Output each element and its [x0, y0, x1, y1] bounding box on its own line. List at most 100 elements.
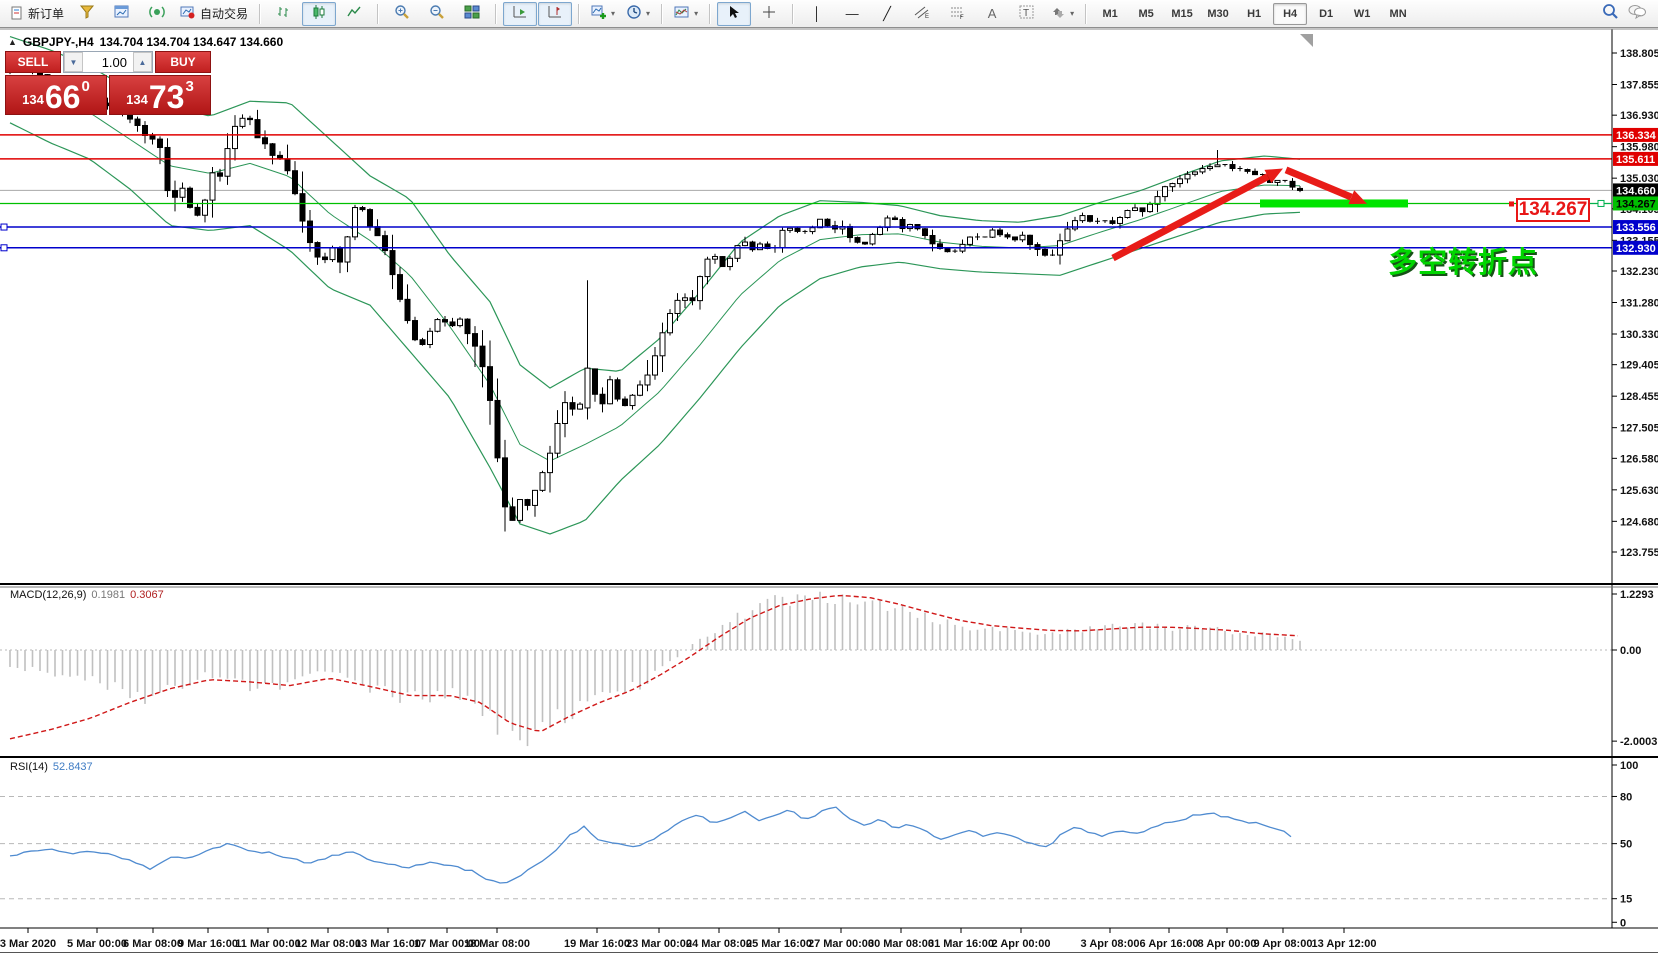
macd-value-main: 0.1981	[91, 589, 125, 601]
line-handle[interactable]	[1, 224, 7, 230]
sell-price-display[interactable]: 134 66 0	[5, 75, 107, 115]
price-marker-label: 134.660	[1616, 185, 1656, 197]
signal-icon	[149, 4, 165, 23]
cursor-tool-button[interactable]	[717, 2, 751, 26]
support-zone-bar[interactable]	[1260, 199, 1408, 207]
market-depth-button[interactable]	[70, 2, 104, 26]
toolbar-separator	[792, 4, 794, 24]
line-chart-mode-button[interactable]	[337, 2, 371, 26]
sell-price-sup: 0	[81, 78, 89, 95]
timeframe-h1-button[interactable]: H1	[1237, 3, 1271, 25]
autotrade-icon	[180, 4, 196, 23]
time-tick-label: 9 Mar 16:00	[178, 938, 238, 950]
fibonacci-icon: F	[949, 5, 965, 22]
auto-trading-label: 自动交易	[200, 5, 248, 22]
new-order-button[interactable]: 新订单	[5, 2, 69, 26]
mt4-window: { "toolbar":{ "new_order":"新订单", "auto_t…	[0, 0, 1658, 953]
horizontal-line-tool-button[interactable]: —	[835, 2, 869, 26]
timeframe-m30-button[interactable]: M30	[1201, 3, 1235, 25]
price-marker-label: 136.334	[1616, 130, 1657, 142]
collapse-panel-arrow[interactable]: ▲	[8, 37, 17, 47]
volume-input[interactable]	[83, 52, 133, 72]
crosshair-tool-button[interactable]	[752, 2, 786, 26]
price-marker-label: 135.611	[1616, 154, 1655, 166]
panel-splitter[interactable]	[0, 756, 1658, 758]
auto-trading-button[interactable]: 自动交易	[175, 2, 253, 26]
add-indicator-button[interactable]: ▾	[586, 2, 620, 26]
zoom-in-button[interactable]	[385, 2, 419, 26]
callout-handle[interactable]	[1598, 200, 1604, 206]
price-tick-label: 124.680	[1620, 516, 1658, 528]
toolbar-separator	[661, 4, 663, 24]
zoom-in-icon	[394, 4, 410, 23]
buy-price-display[interactable]: 134 73 3	[109, 75, 211, 115]
rsi-tick-label: 0	[1620, 917, 1626, 929]
chart-canvas[interactable]: 138.805137.855136.930135.980135.030134.1…	[0, 0, 1658, 952]
price-tick-label: 137.855	[1620, 79, 1658, 91]
chinese-annotation-text[interactable]: 多空转折点	[1388, 239, 1538, 281]
price-marker-label: 132.930	[1616, 243, 1656, 255]
price-tick-label: 138.805	[1620, 48, 1658, 60]
price-marker-label: 134.267	[1616, 198, 1656, 210]
toolbar-right-group	[1601, 2, 1653, 25]
time-tick-label: 6 Mar 08:00	[123, 938, 183, 950]
timeframe-h4-button[interactable]: H4	[1273, 3, 1307, 25]
toolbar-separator	[377, 4, 379, 24]
text-label-tool-button[interactable]: T	[1010, 2, 1044, 26]
new-chart-button[interactable]	[105, 2, 139, 26]
timeframe-mn-button[interactable]: MN	[1381, 3, 1415, 25]
svg-text:E: E	[925, 14, 929, 19]
timeframe-m15-button[interactable]: M15	[1165, 3, 1199, 25]
trendline-tool-button[interactable]: ╱	[870, 2, 904, 26]
rsi-tick-label: 80	[1620, 791, 1632, 803]
sell-price-int: 134	[22, 92, 44, 107]
timeframe-m5-button[interactable]: M5	[1129, 3, 1163, 25]
buy-button[interactable]: BUY	[155, 51, 211, 73]
label-icon: T	[1019, 5, 1035, 22]
callout-handle[interactable]	[1509, 201, 1514, 206]
vertical-line-tool-button[interactable]: │	[800, 2, 834, 26]
price-callout-label[interactable]: 134.267	[1516, 198, 1590, 222]
fibonacci-tool-button[interactable]: F	[940, 2, 974, 26]
macd-tick-label: -2.0003	[1620, 736, 1657, 748]
price-tick-label: 135.980	[1620, 142, 1658, 154]
tile-windows-button[interactable]	[455, 2, 489, 26]
timeframe-m1-button[interactable]: M1	[1093, 3, 1127, 25]
timeframe-w1-button[interactable]: W1	[1345, 3, 1379, 25]
time-tick-label: 25 Mar 16:00	[746, 938, 812, 950]
signals-button[interactable]	[140, 2, 174, 26]
zoom-out-button[interactable]	[420, 2, 454, 26]
volume-spinner: ▼ ▲	[63, 51, 153, 73]
periods-button[interactable]: ▾	[621, 2, 655, 26]
periods-icon	[626, 4, 642, 23]
volume-increase-button[interactable]: ▲	[133, 52, 152, 72]
search-icon[interactable]	[1601, 2, 1619, 25]
dropdown-caret-icon: ▾	[646, 10, 650, 18]
auto-scroll-button[interactable]	[503, 2, 537, 26]
arrows-tool-button[interactable]: ▾	[1045, 2, 1079, 26]
time-tick-label: 13 Mar 16:00	[355, 938, 421, 950]
rsi-value: 52.8437	[53, 761, 93, 773]
text-tool-button[interactable]: A	[975, 2, 1009, 26]
candlestick-mode-button[interactable]	[302, 2, 336, 26]
cursor-icon	[727, 5, 741, 22]
channel-tool-button[interactable]: E	[905, 2, 939, 26]
add-indicator-icon	[591, 4, 607, 23]
bar-chart-mode-button[interactable]	[267, 2, 301, 26]
price-tick-label: 131.280	[1620, 298, 1658, 310]
price-tick-label: 126.580	[1620, 453, 1658, 465]
templates-icon	[674, 4, 690, 23]
timeframe-d1-button[interactable]: D1	[1309, 3, 1343, 25]
panel-splitter[interactable]	[0, 583, 1658, 585]
chat-icon[interactable]	[1627, 2, 1647, 25]
channel-icon: E	[914, 5, 930, 22]
price-tick-label: 125.630	[1620, 485, 1658, 497]
templates-button[interactable]: ▾	[669, 2, 703, 26]
volume-decrease-button[interactable]: ▼	[64, 52, 83, 72]
line-handle[interactable]	[1, 245, 7, 251]
sell-button[interactable]: SELL	[5, 51, 61, 73]
price-tick-label: 130.330	[1620, 329, 1658, 341]
chart-shift-button[interactable]	[538, 2, 572, 26]
toolbar: 新订单 自动交易 ▾ ▾	[0, 0, 1658, 28]
time-tick-label: 19 Mar 16:00	[564, 938, 630, 950]
